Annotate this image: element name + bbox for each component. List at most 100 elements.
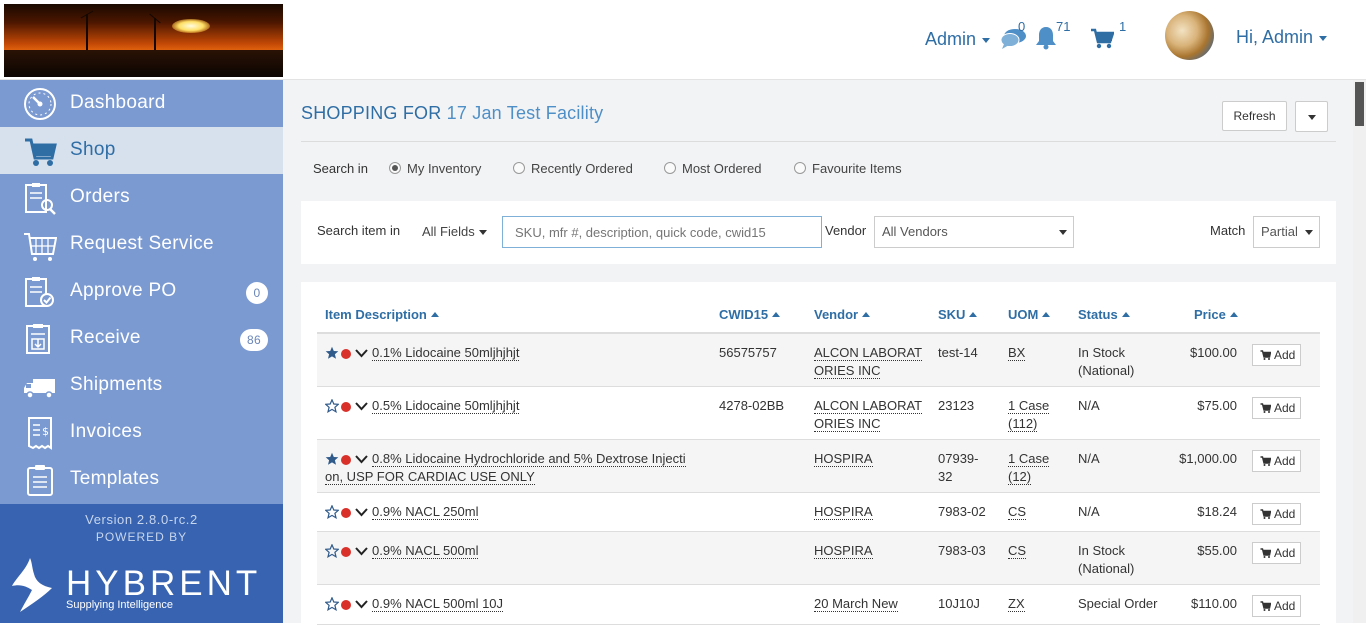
column-header-status[interactable]: Status — [1078, 307, 1130, 322]
sort-up-icon — [969, 312, 978, 317]
add-label: Add — [1274, 546, 1296, 560]
notifications-button[interactable] — [1034, 25, 1058, 55]
field-select[interactable]: All Fields — [422, 224, 487, 239]
scrollbar-thumb[interactable] — [1355, 82, 1364, 126]
user-greeting: Hi, Admin — [1236, 27, 1314, 47]
sidebar-item-templates[interactable]: Templates — [0, 456, 283, 503]
sku-value: test-14 — [938, 345, 978, 360]
search-panel: Search item in All Fields Vendor All Ven… — [301, 201, 1336, 264]
uom-link[interactable]: BX — [1008, 344, 1068, 362]
vendor-link[interactable]: ALCON LABORAT ORIES INC — [814, 344, 924, 380]
sidebar-item-request-service[interactable]: Request Service — [0, 221, 283, 268]
column-header-price[interactable]: Price — [1194, 307, 1238, 322]
vendor-link[interactable]: ALCON LABORAT ORIES INC — [814, 397, 924, 433]
radio-recently-ordered[interactable]: Recently Ordered — [513, 161, 633, 176]
star-outline-icon[interactable] — [325, 505, 339, 519]
status-dot-icon — [341, 547, 351, 557]
star-filled-icon[interactable] — [325, 346, 339, 360]
radio-most-ordered[interactable]: Most Ordered — [664, 161, 761, 176]
add-label: Add — [1274, 454, 1296, 468]
sku-value: 7983-02 — [938, 504, 986, 519]
uom-link[interactable]: 1 Case (112) — [1008, 397, 1068, 433]
chevron-down-icon[interactable] — [355, 349, 368, 358]
add-to-cart-button[interactable]: Add — [1252, 397, 1301, 419]
vendor-link[interactable]: 20 March New — [814, 595, 924, 613]
sidebar-item-label: Templates — [70, 468, 160, 489]
chevron-down-icon[interactable] — [355, 455, 368, 464]
radio-favourite-items[interactable]: Favourite Items — [794, 161, 902, 176]
page-scrollbar[interactable] — [1353, 80, 1366, 623]
column-header-sku[interactable]: SKU — [938, 307, 978, 322]
price-value: $1,000.00 — [1179, 451, 1237, 466]
vendor-link[interactable]: HOSPIRA — [814, 503, 924, 521]
cwid15-value: 56575757 — [719, 345, 777, 360]
star-outline-icon[interactable] — [325, 597, 339, 611]
price-value: $75.00 — [1197, 398, 1237, 413]
chevron-down-icon[interactable] — [355, 547, 368, 556]
radio-my-inventory[interactable]: My Inventory — [389, 161, 481, 176]
uom-link[interactable]: CS — [1008, 503, 1068, 521]
item-description[interactable]: 0.9% NACL 500ml — [372, 542, 702, 560]
uom-link[interactable]: CS — [1008, 542, 1068, 560]
add-to-cart-button[interactable]: Add — [1252, 595, 1301, 617]
admin-menu[interactable]: Admin — [925, 29, 991, 50]
more-options-button[interactable] — [1295, 101, 1328, 132]
cart-button[interactable] — [1090, 28, 1115, 55]
add-to-cart-button[interactable]: Add — [1252, 344, 1301, 366]
sidebar-item-invoices[interactable]: $ Invoices — [0, 409, 283, 456]
item-description[interactable]: 0.9% NACL 500ml 10J — [372, 595, 702, 613]
vendor-link[interactable]: HOSPIRA — [814, 450, 924, 468]
vendor-select[interactable]: All Vendors — [874, 216, 1074, 248]
column-header-vendor[interactable]: Vendor — [814, 307, 871, 322]
sidebar-item-approve-po[interactable]: Approve PO 0 — [0, 268, 283, 315]
chevron-down-icon[interactable] — [355, 600, 368, 609]
add-to-cart-button[interactable]: Add — [1252, 542, 1301, 564]
uom-link[interactable]: 1 Case (12) — [1008, 450, 1068, 486]
radio-label: Most Ordered — [682, 161, 762, 176]
chevron-down-icon — [1059, 230, 1067, 235]
status-dot-icon — [341, 455, 351, 465]
facility-link[interactable]: 17 Jan Test Facility — [447, 103, 604, 123]
notifications-count: 71 — [1056, 19, 1071, 34]
table-row: 0.9% NACL 500ml HOSPIRA 7983-03 CS In Stock(… — [317, 532, 1320, 585]
item-description[interactable]: 0.9% NACL 250ml — [372, 503, 702, 521]
match-label: Match — [1210, 223, 1246, 238]
receive-icon — [26, 324, 50, 354]
sidebar-item-label: Shop — [70, 139, 116, 160]
status-dot-icon — [341, 402, 351, 412]
add-to-cart-button[interactable]: Add — [1252, 450, 1301, 472]
sidebar-item-dashboard[interactable]: Dashboard — [0, 80, 283, 127]
radio-label: Recently Ordered — [531, 161, 633, 176]
chevron-down-icon — [1319, 35, 1328, 41]
sidebar-item-receive[interactable]: Receive 86 — [0, 315, 283, 362]
item-description[interactable]: 0.8% Lidocaine Hydrochloride and 5% Dext… — [325, 450, 702, 486]
column-header-cwid15[interactable]: CWID15 — [719, 307, 781, 322]
request-service-icon — [24, 233, 57, 261]
chevron-down-icon[interactable] — [355, 508, 368, 517]
search-input[interactable] — [502, 216, 822, 248]
add-to-cart-button[interactable]: Add — [1252, 503, 1301, 525]
match-select[interactable]: Partial — [1253, 216, 1320, 248]
sort-up-icon — [1042, 312, 1051, 317]
vendor-link[interactable]: HOSPIRA — [814, 542, 924, 560]
sidebar-item-shop[interactable]: Shop — [0, 127, 283, 174]
star-outline-icon[interactable] — [325, 544, 339, 558]
user-menu[interactable]: Hi, Admin — [1236, 27, 1328, 48]
sidebar-item-shipments[interactable]: Shipments — [0, 362, 283, 409]
star-filled-icon[interactable] — [325, 452, 339, 466]
column-header-uom[interactable]: UOM — [1008, 307, 1051, 322]
star-outline-icon[interactable] — [325, 399, 339, 413]
sku-value: 7983-03 — [938, 543, 986, 558]
item-description[interactable]: 0.5% Lidocaine 50mljhjhjt — [372, 397, 702, 415]
brand-name: HYBRENT — [66, 564, 262, 603]
refresh-button[interactable]: Refresh — [1222, 101, 1287, 131]
sidebar-item-orders[interactable]: Orders — [0, 174, 283, 221]
bell-icon — [1036, 27, 1056, 50]
avatar[interactable] — [1165, 11, 1214, 60]
column-header-description[interactable]: Item Description — [325, 307, 439, 322]
table-row: 0.9% NACL 500ml 10J 20 March New 10J10J ZX S… — [317, 585, 1320, 625]
uom-link[interactable]: ZX — [1008, 595, 1068, 613]
cart-icon — [1260, 548, 1272, 558]
item-description[interactable]: 0.1% Lidocaine 50mljhjhjt — [372, 344, 702, 362]
chevron-down-icon[interactable] — [355, 402, 368, 411]
